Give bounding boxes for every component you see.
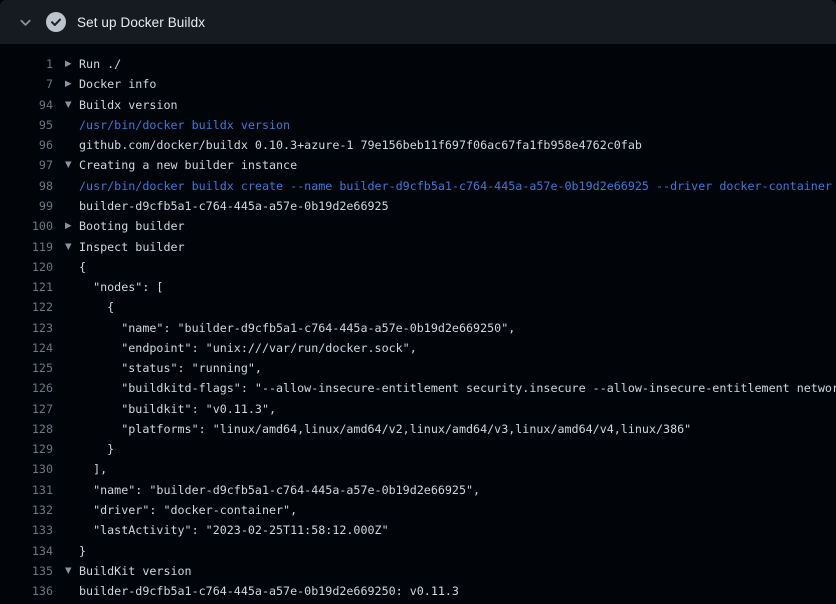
line-number[interactable]: 126: [0, 381, 53, 395]
group-collapsed-triangle-icon[interactable]: ▶: [65, 59, 79, 69]
log-text: "name": "builder-d9cfb5a1-c764-445a-a57e…: [79, 483, 480, 497]
line-number[interactable]: 133: [0, 523, 53, 537]
log-line: 131 "name": "builder-d9cfb5a1-c764-445a-…: [0, 480, 836, 500]
log-group-title[interactable]: Run ./: [79, 57, 121, 71]
line-number[interactable]: 97: [0, 158, 53, 172]
line-number[interactable]: 124: [0, 341, 53, 355]
log-line: 95 /usr/bin/docker buildx version: [0, 115, 836, 135]
line-number[interactable]: 95: [0, 118, 53, 132]
log-line: 123 "name": "builder-d9cfb5a1-c764-445a-…: [0, 317, 836, 337]
log-line: 98 /usr/bin/docker buildx create --name …: [0, 176, 836, 196]
log-text: "driver": "docker-container",: [79, 503, 297, 517]
line-number[interactable]: 1: [0, 57, 53, 71]
line-number[interactable]: 129: [0, 442, 53, 456]
log-line: 134 }: [0, 540, 836, 560]
log-line: 96 github.com/docker/buildx 0.10.3+azure…: [0, 135, 836, 155]
log-line: 127 "buildkit": "v0.11.3",: [0, 399, 836, 419]
line-number[interactable]: 120: [0, 260, 53, 274]
line-number[interactable]: 119: [0, 240, 53, 254]
line-number[interactable]: 94: [0, 98, 53, 112]
group-collapsed-triangle-icon[interactable]: ▶: [65, 79, 79, 89]
log-command-text: /usr/bin/docker buildx create --name bui…: [79, 179, 832, 193]
group-expanded-triangle-icon[interactable]: ▼: [65, 242, 79, 252]
group-expanded-triangle-icon[interactable]: ▼: [65, 100, 79, 110]
line-number[interactable]: 125: [0, 361, 53, 375]
step-success-icon: [46, 12, 66, 32]
log-text: "endpoint": "unix:///var/run/docker.sock…: [79, 341, 417, 355]
log-text: {: [79, 260, 86, 274]
log-text: builder-d9cfb5a1-c764-445a-a57e-0b19d2e6…: [79, 199, 389, 213]
log-line: 7 ▶ Docker info: [0, 74, 836, 94]
line-number[interactable]: 7: [0, 77, 53, 91]
line-number[interactable]: 123: [0, 321, 53, 335]
log-text: "name": "builder-d9cfb5a1-c764-445a-a57e…: [79, 321, 515, 335]
step-header[interactable]: Set up Docker Buildx: [0, 0, 836, 44]
group-collapsed-triangle-icon[interactable]: ▶: [65, 221, 79, 231]
log-text: "status": "running",: [79, 361, 262, 375]
log-body: 1 ▶ Run ./ 7 ▶ Docker info 94 ▼ Buildx v…: [0, 44, 836, 604]
log-line: 135 ▼ BuildKit version: [0, 561, 836, 581]
log-group-title[interactable]: Buildx version: [79, 98, 178, 112]
log-line: 122 {: [0, 297, 836, 317]
log-line: 121 "nodes": [: [0, 277, 836, 297]
log-text: "lastActivity": "2023-02-25T11:58:12.000…: [79, 523, 389, 537]
log-text: "nodes": [: [79, 280, 163, 294]
log-line: 129 }: [0, 439, 836, 459]
log-line: 94 ▼ Buildx version: [0, 95, 836, 115]
log-line: 132 "driver": "docker-container",: [0, 500, 836, 520]
group-expanded-triangle-icon[interactable]: ▼: [65, 160, 79, 170]
log-text: ],: [79, 462, 107, 476]
line-number[interactable]: 128: [0, 422, 53, 436]
line-number[interactable]: 134: [0, 544, 53, 558]
log-line: 119 ▼ Inspect builder: [0, 236, 836, 256]
log-line: 97 ▼ Creating a new builder instance: [0, 155, 836, 175]
step-title: Set up Docker Buildx: [77, 15, 205, 30]
line-number[interactable]: 100: [0, 219, 53, 233]
log-line: 136 builder-d9cfb5a1-c764-445a-a57e-0b19…: [0, 581, 836, 601]
log-group-title[interactable]: Docker info: [79, 77, 156, 91]
log-text: }: [79, 442, 114, 456]
line-number[interactable]: 127: [0, 402, 53, 416]
chevron-down-icon[interactable]: [18, 15, 33, 30]
log-text: github.com/docker/buildx 0.10.3+azure-1 …: [79, 138, 642, 152]
line-number[interactable]: 99: [0, 199, 53, 213]
log-line: 124 "endpoint": "unix:///var/run/docker.…: [0, 338, 836, 358]
log-line: 120 {: [0, 257, 836, 277]
line-number[interactable]: 131: [0, 483, 53, 497]
log-text: {: [79, 300, 114, 314]
log-group-title[interactable]: Creating a new builder instance: [79, 158, 297, 172]
line-number[interactable]: 132: [0, 503, 53, 517]
line-number[interactable]: 135: [0, 564, 53, 578]
line-number[interactable]: 98: [0, 179, 53, 193]
log-line: 133 "lastActivity": "2023-02-25T11:58:12…: [0, 520, 836, 540]
line-number[interactable]: 121: [0, 280, 53, 294]
log-text: "buildkitd-flags": "--allow-insecure-ent…: [79, 381, 836, 395]
log-command-text: /usr/bin/docker buildx version: [79, 118, 290, 132]
line-number[interactable]: 122: [0, 300, 53, 314]
log-text: "platforms": "linux/amd64,linux/amd64/v2…: [79, 422, 691, 436]
log-group-title[interactable]: Booting builder: [79, 219, 185, 233]
log-line: 130 ],: [0, 459, 836, 479]
log-text: }: [79, 544, 86, 558]
log-text: "buildkit": "v0.11.3",: [79, 402, 276, 416]
line-number[interactable]: 96: [0, 138, 53, 152]
log-line: 126 "buildkitd-flags": "--allow-insecure…: [0, 378, 836, 398]
actions-log-viewer: Set up Docker Buildx 1 ▶ Run ./ 7 ▶ Dock…: [0, 0, 836, 604]
log-line: 125 "status": "running",: [0, 358, 836, 378]
log-text: builder-d9cfb5a1-c764-445a-a57e-0b19d2e6…: [79, 584, 459, 598]
log-line: 100 ▶ Booting builder: [0, 216, 836, 236]
log-group-title[interactable]: BuildKit version: [79, 564, 192, 578]
log-line: 1 ▶ Run ./: [0, 54, 836, 74]
line-number[interactable]: 130: [0, 462, 53, 476]
line-number[interactable]: 136: [0, 584, 53, 598]
log-line: 128 "platforms": "linux/amd64,linux/amd6…: [0, 419, 836, 439]
log-line: 99 builder-d9cfb5a1-c764-445a-a57e-0b19d…: [0, 196, 836, 216]
log-group-title[interactable]: Inspect builder: [79, 240, 185, 254]
group-expanded-triangle-icon[interactable]: ▼: [65, 566, 79, 576]
